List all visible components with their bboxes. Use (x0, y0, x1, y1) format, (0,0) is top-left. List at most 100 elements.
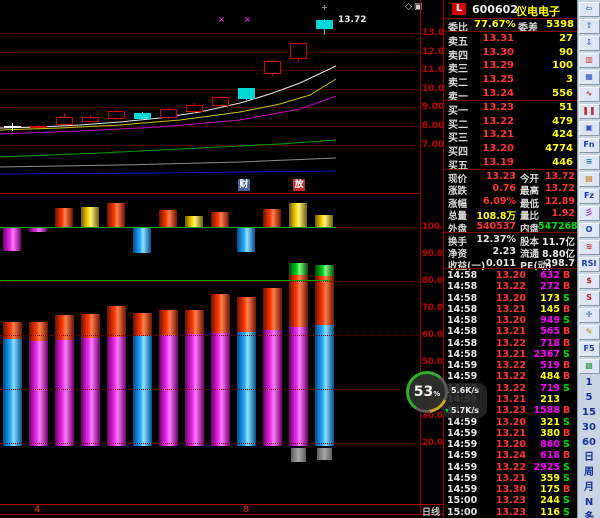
candle-up (82, 117, 99, 122)
move-cross-icon[interactable]: ✛ (579, 308, 600, 323)
tick-row[interactable]: 14:5913.22484B (444, 371, 578, 382)
list-tree-icon[interactable]: ≡ (579, 155, 600, 170)
period-button-多[interactable]: 多 (580, 511, 599, 518)
tick-time: 14:58 (447, 338, 477, 349)
stock-title-row[interactable]: L 600602 仪电电子 (444, 2, 578, 18)
quote-value: 540537 (470, 221, 516, 232)
net-speed-bubble[interactable]: ▴5.6K/s ▾5.7K/s (441, 383, 487, 418)
period-button-月[interactable]: 月 (580, 481, 599, 494)
chart-bottom-line (0, 504, 443, 505)
pencil-icon[interactable]: ✎ (579, 325, 600, 340)
image-icon[interactable]: ▩ (579, 359, 600, 374)
indicator-bar (237, 228, 255, 252)
formula-icon[interactable]: Fz (579, 189, 600, 204)
tick-time: 14:58 (447, 281, 477, 292)
money-icon[interactable]: $ (579, 274, 600, 289)
tick-time: 14:58 (447, 304, 477, 315)
buy-level-row[interactable]: 买四13.204774 (444, 143, 578, 156)
period-button-60[interactable]: 60 (580, 436, 599, 449)
period-button-周[interactable]: 周 (580, 466, 599, 479)
quote-info-row: 净资2.23流通8.80亿 (444, 246, 578, 258)
tick-row[interactable]: 14:5813.22272B (444, 281, 578, 292)
performance-ring-widget[interactable]: 53% (406, 371, 448, 413)
tab-indicator-fang[interactable]: 放 (293, 179, 305, 191)
performance-percent: 53% (409, 374, 445, 410)
volume-axis-label: 70.0 (422, 304, 443, 313)
chips-icon[interactable]: 彡 (579, 206, 600, 221)
tick-row[interactable]: 14:5913.20860S (444, 439, 578, 450)
sell-level-row[interactable]: 卖一13.24556 (444, 88, 578, 101)
tick-row[interactable]: 15:0013.23116S (444, 507, 578, 518)
tick-volume: 484 (528, 371, 560, 382)
tick-row[interactable]: 14:5913.21359S (444, 473, 578, 484)
tick-row[interactable]: 14:5813.212367S (444, 349, 578, 360)
tick-row[interactable]: 14:5813.20173S (444, 293, 578, 304)
tick-time: 14:59 (447, 371, 477, 382)
volume-bar-body (159, 335, 178, 446)
kline-icon[interactable]: ❚❚ (579, 104, 600, 119)
tab-indicator-cai[interactable]: 财 (238, 179, 250, 191)
candle-down (316, 20, 333, 29)
tick-row[interactable]: 14:5813.22718B (444, 338, 578, 349)
candle-up (56, 117, 73, 125)
period-button-1[interactable]: 1 (580, 376, 599, 389)
level-qty: 51 (520, 102, 573, 113)
sell-mark-icon[interactable]: S (579, 291, 600, 306)
chart-corner-icons[interactable]: ◇▣ (405, 2, 424, 12)
candle-up (160, 109, 177, 118)
buy-level-row[interactable]: 买三13.21424 (444, 129, 578, 142)
buy-level-row[interactable]: 买五13.19446 (444, 157, 578, 170)
tick-volume: 116 (528, 507, 560, 518)
f5-refresh-icon[interactable]: F5 (579, 342, 600, 357)
period-button-日[interactable]: 日 (580, 451, 599, 464)
tick-volume: 860 (528, 439, 560, 450)
sell-level-row[interactable]: 卖二13.253 (444, 74, 578, 87)
tick-row[interactable]: 14:5913.24618B (444, 450, 578, 461)
volume-gridline (0, 281, 420, 282)
period-button-30[interactable]: 30 (580, 421, 599, 434)
tick-row[interactable]: 14:5813.21145B (444, 304, 578, 315)
tick-row[interactable]: 14:5913.222925S (444, 462, 578, 473)
level-price: 13.20 (478, 143, 514, 154)
quote-value: 13.23 (470, 171, 516, 182)
kline-chart-pane[interactable]: 13.0012.0011.0010.009.008.007.00 ××+ 13.… (0, 0, 443, 518)
multi-window-icon[interactable]: ▣ (579, 121, 600, 136)
down-arrow-icon[interactable]: ⇩ (579, 36, 600, 51)
sell-level-row[interactable]: 卖四13.3090 (444, 47, 578, 60)
table-icon[interactable]: ▦ (579, 70, 600, 85)
period-button-5[interactable]: 5 (580, 391, 599, 404)
volume-axis-label: 50.0 (422, 358, 443, 367)
tick-row[interactable]: 14:5913.20321S (444, 417, 578, 428)
trend-line-icon[interactable]: ∿ (579, 87, 600, 102)
tick-row[interactable]: 14:5913.30175B (444, 484, 578, 495)
buy-level-row[interactable]: 买一13.2351 (444, 102, 578, 115)
level-qty: 3 (520, 74, 573, 85)
f10-icon[interactable]: Fn (579, 138, 600, 153)
period-button-N[interactable]: N (580, 496, 599, 509)
volume-axis-label: 80.0 (422, 277, 443, 286)
back-arrow-icon[interactable]: ⇦ (579, 2, 600, 17)
rsi-icon[interactable]: RSI (579, 257, 600, 272)
sell-level-row[interactable]: 卖三13.29100 (444, 60, 578, 73)
volume-bar-green-cap (315, 265, 334, 276)
volume-bar-body (107, 337, 126, 446)
tick-row[interactable]: 14:5813.20632B (444, 270, 578, 281)
level-qty: 479 (520, 116, 573, 127)
candle-up (212, 97, 229, 106)
quote-info-row: 涨跌0.76最高13.72 (444, 183, 578, 195)
multi-line-icon[interactable]: ≋ (579, 240, 600, 255)
circle-o-icon[interactable]: O (579, 223, 600, 238)
period-button-15[interactable]: 15 (580, 406, 599, 419)
tick-side: B (563, 281, 571, 292)
up-arrow-icon[interactable]: ⇧ (579, 19, 600, 34)
tick-row[interactable]: 14:5813.20949S (444, 315, 578, 326)
sell-level-row[interactable]: 卖五13.3127 (444, 33, 578, 46)
tick-row[interactable]: 14:5913.21380B (444, 428, 578, 439)
tick-row[interactable]: 15:0013.23244S (444, 495, 578, 506)
buy-level-row[interactable]: 买二13.22479 (444, 116, 578, 129)
candle-down (238, 88, 255, 98)
bar-chart-icon[interactable]: ▥ (579, 53, 600, 68)
info-box-icon[interactable]: ▤ (579, 172, 600, 187)
tick-row[interactable]: 14:5913.22519B (444, 360, 578, 371)
tick-row[interactable]: 14:5813.21565B (444, 326, 578, 337)
